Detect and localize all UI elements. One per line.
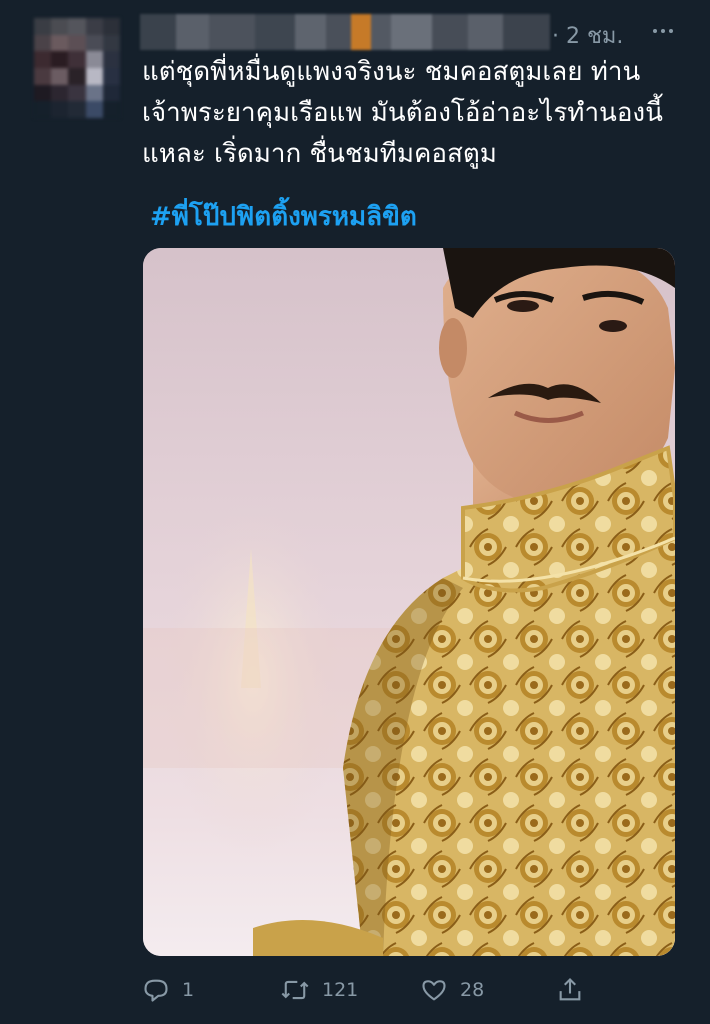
reply-count: 1 bbox=[182, 979, 195, 1001]
share-button[interactable] bbox=[556, 968, 584, 1012]
timestamp[interactable]: · 2 ชม. bbox=[552, 18, 623, 53]
share-icon bbox=[559, 978, 581, 1001]
tweet-actions: 1 121 28 bbox=[142, 968, 612, 1012]
avatar[interactable] bbox=[34, 18, 120, 118]
reply-button[interactable]: 1 bbox=[142, 968, 194, 1012]
tweet-text: แต่ชุดพี่หมื่นดูแพงจริงนะ ชมคอสตูมเลย ท่… bbox=[142, 52, 682, 175]
hashtag-link[interactable]: #พี่โป๊ปฟิตติ้งพรหมลิขิต bbox=[150, 200, 417, 234]
like-button[interactable]: 28 bbox=[420, 968, 484, 1012]
tweet-text-line-2: เจ้าพระยาคุมเรือแพ มันต้องโอ้อ่าอะไรทำนอ… bbox=[142, 98, 663, 128]
author-name-redacted[interactable] bbox=[140, 14, 551, 50]
retweet-count: 121 bbox=[322, 979, 359, 1001]
retweet-icon bbox=[281, 980, 309, 1000]
tweet-text-line-1: แต่ชุดพี่หมื่นดูแพงจริงนะ ชมคอสตูมเลย ท่… bbox=[142, 57, 641, 87]
retweet-button[interactable]: 121 bbox=[280, 968, 358, 1012]
reply-icon bbox=[144, 979, 168, 1002]
tweet-media-photo[interactable] bbox=[143, 248, 675, 956]
tweet[interactable]: · 2 ชม. แต่ชุดพี่หมื่นดูแพงจริงนะ ชมคอสต… bbox=[0, 0, 710, 1024]
heart-icon bbox=[422, 980, 446, 1001]
tweet-text-line-3: แหละ เริ่ดมาก ชื่นชมทีมคอสตูม bbox=[142, 139, 497, 169]
photo-illustration bbox=[143, 248, 675, 956]
like-count: 28 bbox=[460, 979, 485, 1001]
more-horizontal-icon[interactable] bbox=[646, 14, 680, 48]
